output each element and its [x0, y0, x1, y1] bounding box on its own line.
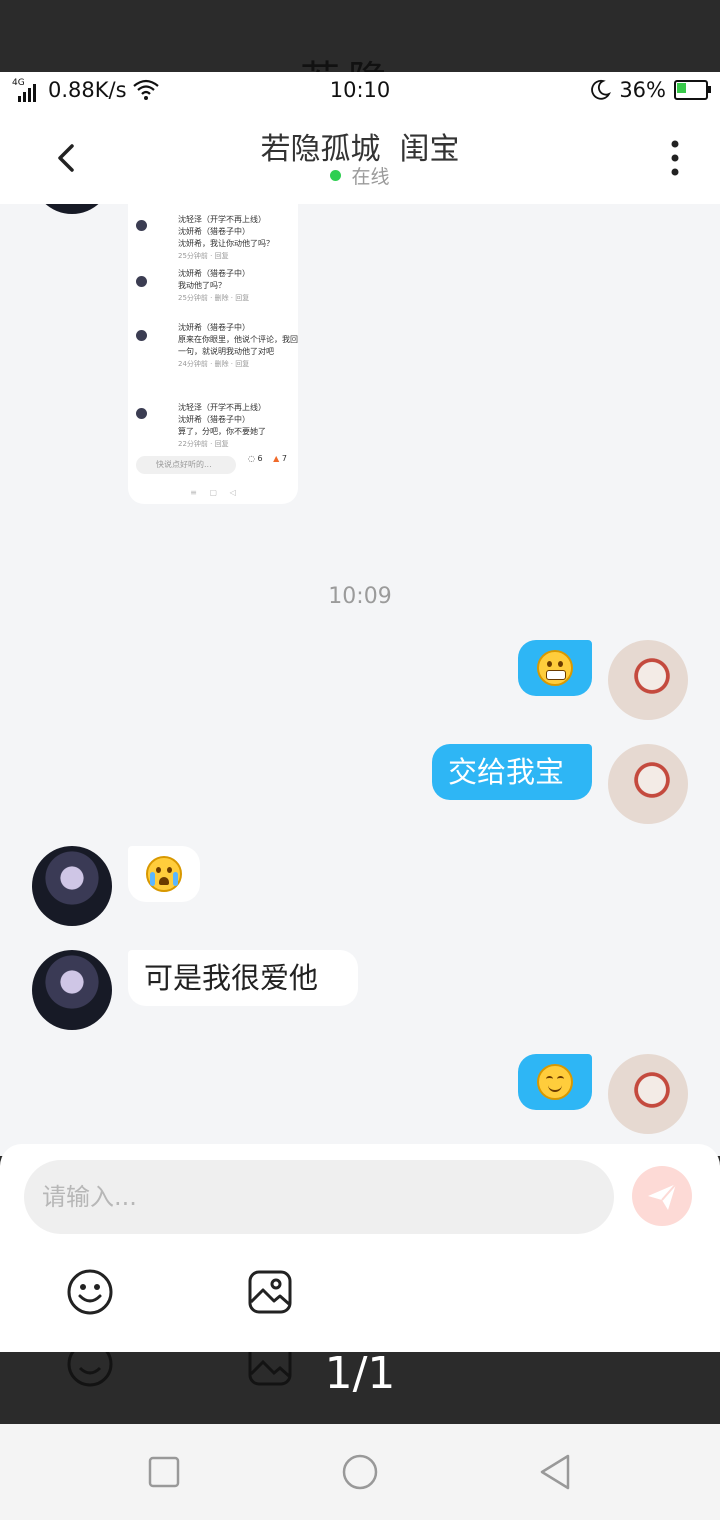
status-bar: 4G 0.88K/s 10:10 36%	[0, 72, 720, 110]
online-dot-icon	[330, 170, 342, 181]
message-timestamp: 10:09	[328, 584, 392, 609]
my-avatar[interactable]	[608, 1054, 688, 1134]
message-bubble-outgoing[interactable]	[518, 640, 592, 696]
message-bubble-incoming[interactable]: 可是我很爱他	[128, 950, 358, 1006]
comment-avatar	[136, 220, 147, 231]
contact-avatar[interactable]	[32, 950, 112, 1030]
message-composer	[0, 1144, 720, 1352]
contact-avatar[interactable]	[32, 204, 112, 214]
send-plane-icon	[648, 1183, 677, 1210]
comment-item: 沈轻泽（开学不再上线） 沈妍希（猎卷子中） 算了，分吧，你不要她了 22分钟前 …	[178, 403, 266, 448]
battery-percent: 36%	[619, 78, 666, 102]
send-button[interactable]	[632, 1166, 692, 1226]
moon-icon	[591, 79, 612, 100]
smiling-face-icon	[537, 1064, 573, 1100]
contact-avatar[interactable]	[32, 846, 112, 926]
chat-area[interactable]: 沈轻泽（开学不再上线） 沈妍希（猎卷子中） 沈妍希，我让你动他了吗？ 25分钟前…	[0, 204, 720, 1156]
preview-comment-counts: ◌ 6 ▲ 7	[248, 454, 287, 463]
message-input[interactable]	[24, 1160, 614, 1234]
grinning-face-icon	[537, 650, 573, 686]
comment-avatar	[136, 276, 147, 287]
battery-fill	[677, 83, 686, 93]
home-circle-icon[interactable]	[340, 1452, 380, 1492]
status-right: 36%	[589, 78, 711, 102]
battery-icon	[674, 80, 711, 100]
like-icon: ▲	[273, 454, 280, 463]
viewer-top-overlay: 若隐	[0, 0, 720, 72]
more-options-icon[interactable]	[660, 136, 690, 180]
online-label: 在线	[351, 166, 390, 188]
image-counter: 1/1	[324, 1352, 396, 1399]
online-status: 在线	[0, 162, 720, 189]
image-message-screenshot[interactable]: 沈轻泽（开学不再上线） 沈妍希（猎卷子中） 沈妍希，我让你动他了吗？ 25分钟前…	[128, 204, 298, 504]
chat-header: 若隐孤城 闺宝 在线	[0, 110, 720, 204]
comment-item: 沈妍希（猎卷子中） 我动他了吗？ 25分钟前 · 删除 · 回复	[178, 269, 250, 302]
comment-item: 沈轻泽（开学不再上线） 沈妍希（猎卷子中） 沈妍希，我让你动他了吗？ 25分钟前…	[178, 215, 274, 260]
comment-avatar	[136, 408, 147, 419]
preview-nav-bar: ≡ ▢ ◁	[190, 488, 236, 497]
emoji-picker-icon[interactable]	[66, 1268, 114, 1316]
message-bubble-outgoing[interactable]: 交给我宝	[432, 744, 592, 800]
preview-comment-input: 快说点好听的...	[136, 456, 236, 474]
recents-square-icon[interactable]	[144, 1452, 184, 1492]
overlay-ghost-text: 若隐	[300, 48, 396, 72]
comment-avatar	[136, 330, 147, 341]
message-bubble-incoming[interactable]	[128, 846, 200, 902]
image-picker-icon[interactable]	[246, 1268, 294, 1316]
viewer-bottom-overlay: 1/1	[0, 1352, 720, 1424]
crying-face-icon	[146, 856, 182, 892]
message-bubble-outgoing[interactable]	[518, 1054, 592, 1110]
comment-icon: ◌	[248, 454, 255, 463]
system-nav-bar	[0, 1424, 720, 1520]
my-avatar[interactable]	[608, 744, 688, 824]
my-avatar[interactable]	[608, 640, 688, 720]
back-triangle-icon[interactable]	[536, 1452, 576, 1492]
comment-item: 沈妍希（猎卷子中） 原来在你眼里，他说个评论，我回复一句，就说明我动他了对吧 2…	[178, 323, 298, 368]
